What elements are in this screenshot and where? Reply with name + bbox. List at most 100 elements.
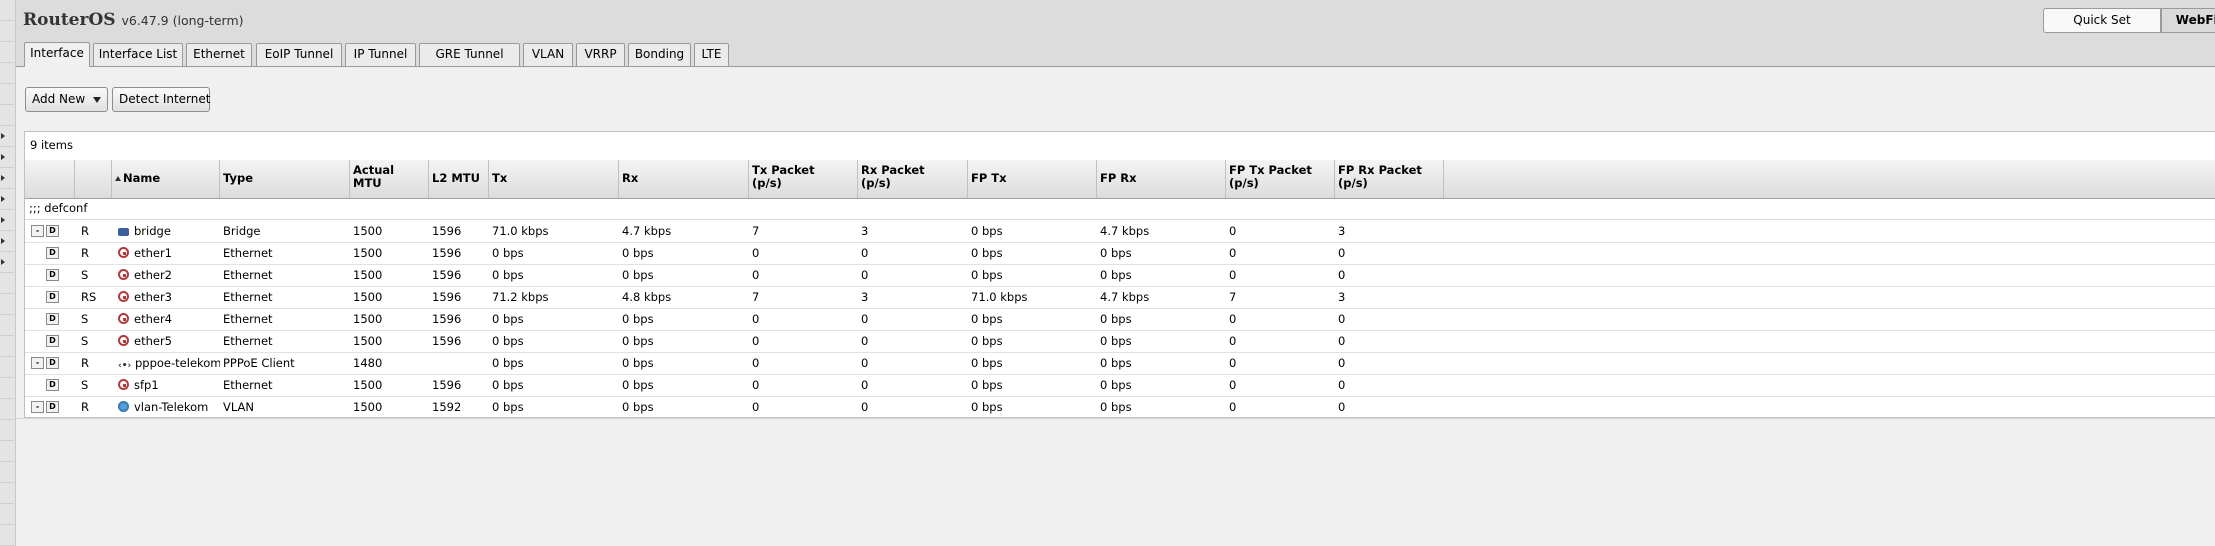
sidebar-menu-item[interactable] [0, 21, 14, 42]
interface-name-cell[interactable]: ether2 [115, 264, 220, 286]
table-row[interactable]: - D Rbridge Bridge 1500 1596 71.0 kbps 4.7 kbps… [25, 220, 2215, 243]
header-fp-rx[interactable]: FP Rx [1097, 160, 1226, 198]
type-cell: Ethernet [223, 290, 273, 304]
tab-interface-list[interactable]: Interface List [93, 43, 183, 66]
sidebar-menu-item[interactable] [0, 105, 14, 126]
txp-cell: 0 [752, 400, 760, 414]
ethernet-icon [118, 269, 129, 280]
brand-name: RouterOS [23, 10, 116, 30]
table-row[interactable]: - D Rvlan-Telekom VLAN 1500 1592 0 bps 0 bps 0 0 0… [25, 396, 2215, 419]
header-rx[interactable]: Rx [619, 160, 749, 198]
sidebar-menu-item[interactable] [0, 378, 14, 399]
dropdown-arrow-icon[interactable] [93, 97, 101, 103]
sidebar-menu-item[interactable] [0, 84, 14, 105]
remove-button[interactable]: - [31, 401, 44, 413]
webfig-button[interactable]: WebFig [2161, 8, 2215, 33]
header-type[interactable]: Type [220, 160, 350, 198]
sidebar-menu-item[interactable] [0, 63, 14, 84]
table-row[interactable]: D Sether5 Ethernet 1500 1596 0 bps 0 bps 0 0 0 bp… [25, 330, 2215, 353]
add-new-button[interactable]: Add New [25, 87, 108, 112]
disable-button[interactable]: D [46, 269, 59, 281]
sidebar-menu-item[interactable] [0, 399, 14, 420]
tab-gre-tunnel[interactable]: GRE Tunnel [419, 43, 520, 66]
header-rx-packet[interactable]: Rx Packet (p/s) [858, 160, 968, 198]
sidebar-menu-item[interactable] [0, 462, 14, 483]
sidebar-menu-item[interactable] [0, 420, 14, 441]
fptx-cell: 0 bps [971, 246, 1003, 260]
table-row[interactable]: D Ssfp1 Ethernet 1500 1596 0 bps 0 bps 0 0 0 bps 0… [25, 374, 2215, 397]
sidebar-menu-item[interactable] [0, 210, 14, 231]
disable-button[interactable]: D [46, 291, 59, 303]
sidebar-menu-item[interactable] [0, 42, 14, 63]
header-tx[interactable]: Tx [489, 160, 619, 198]
l2mtu-cell: 1596 [432, 224, 462, 238]
table-row[interactable]: D Rether1 Ethernet 1500 1596 0 bps 0 bps 0 0 0 bp… [25, 242, 2215, 265]
sidebar-menu-item[interactable] [0, 294, 14, 315]
tx-cell: 0 bps [492, 378, 524, 392]
disable-button[interactable]: D [46, 247, 59, 259]
amtu-cell: 1500 [353, 224, 383, 238]
disable-button[interactable]: D [46, 313, 59, 325]
remove-button[interactable]: - [31, 225, 44, 237]
tab-vlan[interactable]: VLAN [523, 43, 573, 66]
tab-lte[interactable]: LTE [694, 43, 729, 66]
sidebar-menu-item[interactable] [0, 0, 14, 21]
header-actual-mtu[interactable]: Actual MTU [350, 160, 429, 198]
disable-button[interactable]: D [46, 379, 59, 391]
tab-ethernet[interactable]: Ethernet [186, 43, 252, 66]
quick-set-button[interactable]: Quick Set [2043, 8, 2161, 33]
header-tx-packet[interactable]: Tx Packet (p/s) [749, 160, 858, 198]
fptxp-cell: 7 [1229, 290, 1237, 304]
interface-name-cell[interactable]: ‹•› pppoe-telekom [115, 352, 220, 374]
flags-cell: R [81, 356, 89, 370]
table-row[interactable]: D Sether2 Ethernet 1500 1596 0 bps 0 bps 0 0 0 bp… [25, 264, 2215, 287]
disable-button[interactable]: D [46, 225, 59, 237]
sidebar-menu-item[interactable] [0, 336, 14, 357]
tab-vrrp[interactable]: VRRP [576, 43, 625, 66]
table-row[interactable]: D RS ether3 Ethernet 1500 1596 71.2 kbps 4.8 kb… [25, 286, 2215, 309]
tab-bonding[interactable]: Bonding [628, 43, 691, 66]
interface-name-cell[interactable]: bridge [115, 220, 220, 242]
sidebar-menu-item[interactable] [0, 231, 14, 252]
table-row[interactable]: - D R ‹•› pppoe-telekom PPPoE Client 1480 0 bps… [25, 352, 2215, 375]
sidebar-menu-item[interactable] [0, 525, 14, 546]
sidebar-menu-item[interactable] [0, 189, 14, 210]
type-cell: PPPoE Client [223, 356, 295, 370]
sidebar-menu-item[interactable] [0, 441, 14, 462]
detect-internet-button[interactable]: Detect Internet [112, 87, 210, 112]
interface-name-cell[interactable]: vlan-Telekom [115, 396, 220, 418]
rxp-cell: 3 [861, 224, 869, 238]
sidebar-menu-item[interactable] [0, 315, 14, 336]
interface-name-cell[interactable]: ether4 [115, 308, 220, 330]
disable-button[interactable]: D [46, 357, 59, 369]
rx-cell: 4.8 kbps [622, 290, 672, 304]
interface-table: 9 items Name Type Actual MTU L2 MTU Tx R… [24, 131, 2215, 419]
sidebar-menu-item[interactable] [0, 147, 14, 168]
sidebar-menu-item[interactable] [0, 483, 14, 504]
header-fp-tx-packet[interactable]: FP Tx Packet (p/s) [1226, 160, 1335, 198]
rx-cell: 0 bps [622, 356, 654, 370]
header-fp-rx-packet[interactable]: FP Rx Packet (p/s) [1335, 160, 1444, 198]
interface-name-cell[interactable]: ether1 [115, 242, 220, 264]
interface-name-cell[interactable]: sfp1 [115, 374, 220, 396]
sidebar-menu-item[interactable] [0, 168, 14, 189]
remove-button[interactable]: - [31, 357, 44, 369]
table-row[interactable]: D Sether4 Ethernet 1500 1596 0 bps 0 bps 0 0 0 bp… [25, 308, 2215, 331]
tab-interface[interactable]: Interface [24, 42, 90, 67]
sidebar-menu-item[interactable] [0, 126, 14, 147]
interface-name-cell[interactable]: ether3 [115, 286, 220, 308]
sidebar-menu-item[interactable] [0, 273, 14, 294]
tx-cell: 71.0 kbps [492, 224, 549, 238]
sidebar-menu-item[interactable] [0, 357, 14, 378]
disable-button[interactable]: D [46, 335, 59, 347]
tab-ip-tunnel[interactable]: IP Tunnel [345, 43, 416, 66]
sidebar-menu-item[interactable] [0, 252, 14, 273]
header-fp-tx[interactable]: FP Tx [968, 160, 1097, 198]
flags-cell: R [81, 400, 89, 414]
header-l2-mtu[interactable]: L2 MTU [429, 160, 489, 198]
disable-button[interactable]: D [46, 401, 59, 413]
sidebar-menu-item[interactable] [0, 504, 14, 525]
tab-eoip-tunnel[interactable]: EoIP Tunnel [256, 43, 342, 66]
interface-name-cell[interactable]: ether5 [115, 330, 220, 352]
header-name[interactable]: Name [112, 160, 220, 198]
